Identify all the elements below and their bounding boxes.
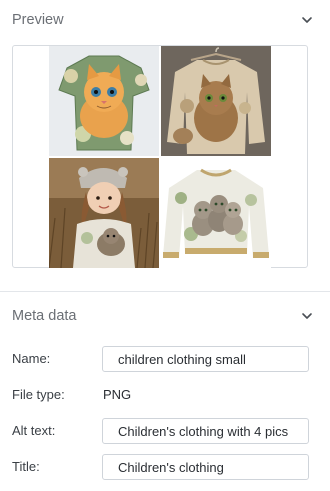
- section-divider: [0, 291, 330, 292]
- file-type-value: PNG: [103, 387, 132, 402]
- chevron-down-icon[interactable]: [300, 309, 314, 323]
- file-type-row: File type: PNG: [0, 382, 330, 408]
- file-type-label: File type:: [12, 387, 65, 402]
- alt-text-input[interactable]: [102, 418, 309, 444]
- name-label: Name:: [12, 351, 51, 366]
- title-input[interactable]: [102, 454, 309, 480]
- preview-image-child-sweater: [49, 158, 159, 268]
- alt-text-label: Alt text:: [12, 423, 56, 438]
- preview-image-cat-tshirt: [49, 46, 159, 156]
- image-preview: [49, 46, 271, 268]
- meta-section-header[interactable]: Meta data: [0, 298, 330, 334]
- name-row: Name:: [0, 346, 330, 372]
- preview-title: Preview: [12, 12, 64, 28]
- name-input[interactable]: [102, 346, 309, 372]
- chevron-down-icon[interactable]: [300, 13, 314, 27]
- preview-image-cats-sweatshirt: [161, 158, 271, 268]
- title-label: Title:: [12, 459, 40, 474]
- preview-image-cat-sweater: [161, 46, 271, 156]
- meta-title: Meta data: [12, 308, 77, 324]
- preview-section-header[interactable]: Preview: [0, 2, 330, 38]
- alt-text-row: Alt text:: [0, 418, 330, 444]
- title-row: Title:: [0, 454, 330, 480]
